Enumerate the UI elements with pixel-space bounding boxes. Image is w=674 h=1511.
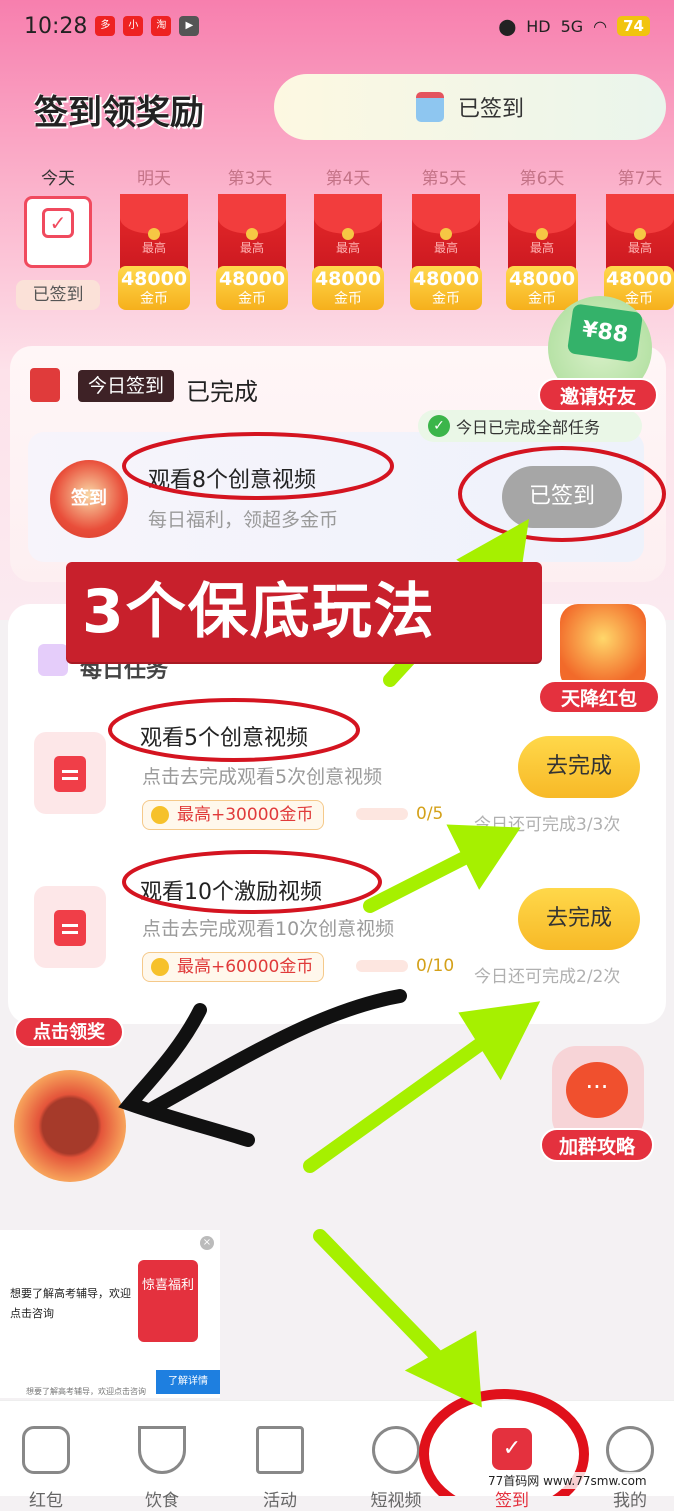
annotation-arrow-head <box>446 824 521 890</box>
annotation-circle <box>122 432 394 500</box>
annotation-circle <box>458 446 666 542</box>
annotation-arrow <box>143 989 407 1117</box>
watermark: 77首码网 www.77smw.com <box>484 1472 651 1489</box>
annotation-arrow-head <box>118 1003 255 1147</box>
promo-banner: 3个保底玩法 <box>66 562 542 662</box>
annotation-circle <box>122 850 382 914</box>
annotation-arrow <box>303 1023 507 1173</box>
annotation-arrow <box>313 1229 457 1377</box>
annotation-circle <box>108 698 360 762</box>
annotation-overlay <box>108 432 666 1496</box>
annotation-arrow-head <box>458 1001 541 1081</box>
